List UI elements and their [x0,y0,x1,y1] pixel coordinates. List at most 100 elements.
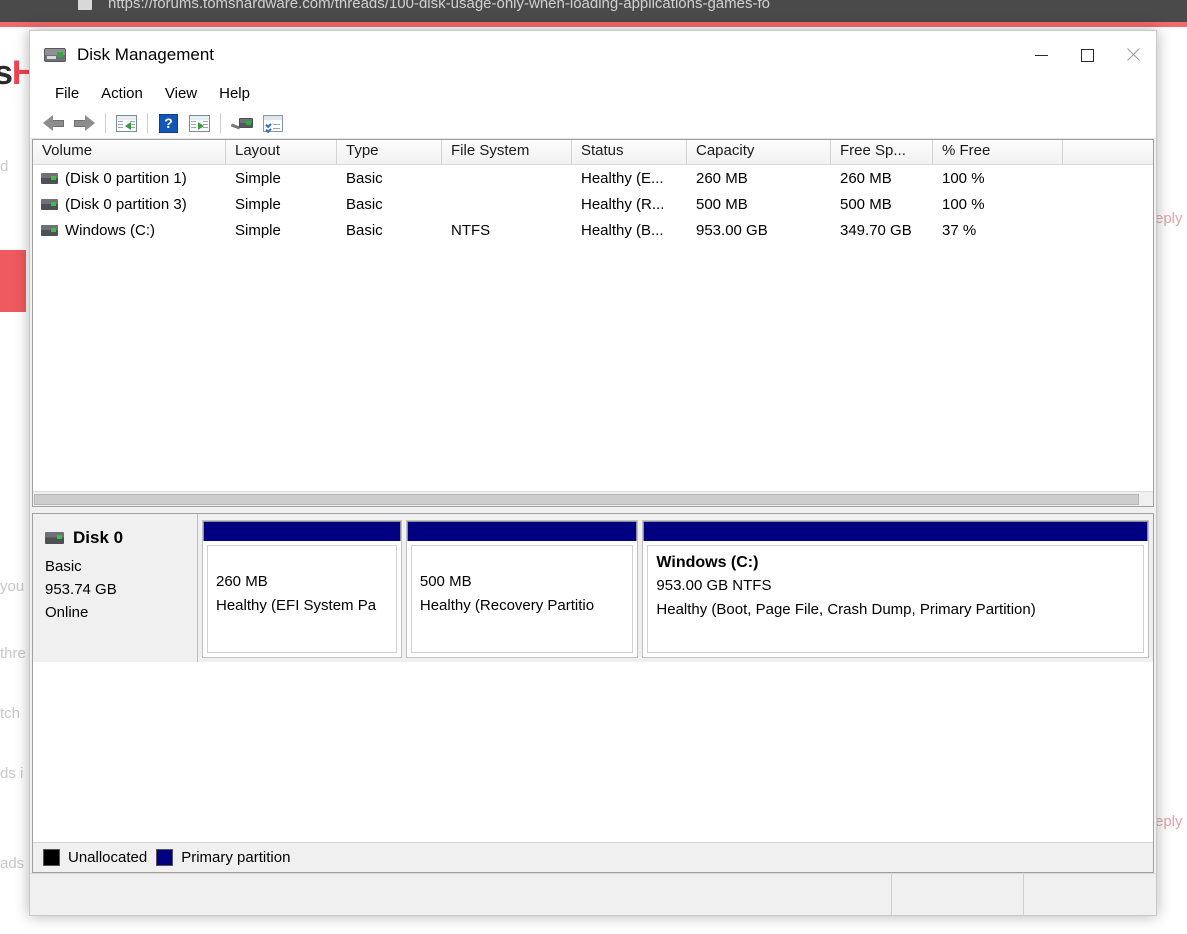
disk-info-panel[interactable]: Disk 0 Basic 953.74 GB Online [33,514,198,662]
status-bar-section-2 [892,874,1024,915]
column-header-status[interactable]: Status [572,140,687,164]
bg-text-snippet: thre [0,645,26,662]
disk-drive-icon [45,532,64,544]
table-row[interactable]: (Disk 0 partition 1) Simple Basic Health… [33,165,1153,191]
column-header-capacity[interactable]: Capacity [687,140,831,164]
site-sidebar-block [0,250,26,312]
cell-volume: (Disk 0 partition 1) [33,170,226,187]
partition-status: Healthy (Boot, Page File, Crash Dump, Pr… [656,601,1036,618]
cell-layout: Simple [235,169,281,187]
volume-list-pane: Volume Layout Type File System Status Ca… [32,139,1154,507]
disk-management-icon [44,46,66,64]
cell-layout: Simple [235,195,281,213]
partition-title: Windows (C:) [656,554,759,571]
properties-list-icon [262,114,283,133]
graphical-disk-pane: Disk 0 Basic 953.74 GB Online 260 MB Hea… [32,513,1154,873]
partition-size: 260 MB [216,573,268,590]
partition-windows-c[interactable]: Windows (C:) 953.00 GB NTFS Healthy (Boo… [642,520,1149,658]
partition-color-bar [406,521,638,541]
status-bar [30,873,1156,915]
status-bar-section-3 [1024,874,1156,915]
cell-volume: (Disk 0 partition 3) [33,196,226,213]
bg-reply-link: eply [1155,813,1183,830]
cell-type: Basic [346,169,383,187]
disk-row-disk0: Disk 0 Basic 953.74 GB Online 260 MB Hea… [33,514,1153,662]
column-header-layout[interactable]: Layout [226,140,337,164]
volume-list-horizontal-scrollbar[interactable] [33,491,1153,506]
cell-status: Healthy (B... [581,221,664,239]
action-pane-icon [189,114,210,132]
partition-efi[interactable]: 260 MB Healthy (EFI System Pa [202,520,402,658]
partition-details: Windows (C:) 953.00 GB NTFS Healthy (Boo… [647,545,1144,653]
partition-status: Healthy (Recovery Partitio [419,597,595,614]
toolbar-separator [220,113,221,133]
cell-layout: Simple [235,221,281,239]
show-hide-console-tree-button[interactable] [111,110,142,137]
volume-drive-icon [41,198,58,210]
show-hide-action-pane-button[interactable] [184,110,215,137]
partition-legend: Unallocated Primary partition [33,842,1153,872]
column-header-volume[interactable]: Volume [33,140,226,164]
bg-text-snippet: ds i [0,765,24,782]
graphical-pane-empty-area [33,662,1153,842]
cell-volume-label: Windows (C:) [65,221,156,239]
back-button[interactable] [38,110,69,137]
column-header-free-space[interactable]: Free Sp... [831,140,933,164]
column-header-percent-free[interactable]: % Free [933,140,1063,164]
table-row[interactable]: Windows (C:) Simple Basic NTFS Healthy (… [33,217,1153,243]
minimize-button[interactable] [1018,31,1064,79]
bg-reply-link: eply [1155,210,1183,227]
menu-help[interactable]: Help [210,82,259,105]
menu-file[interactable]: File [46,82,88,105]
properties-button[interactable] [257,110,288,137]
rescan-disks-button[interactable] [226,110,257,137]
column-header-filler[interactable] [1063,140,1153,164]
menu-action[interactable]: Action [92,82,152,105]
close-button[interactable] [1110,31,1156,79]
cell-status: Healthy (R... [581,195,665,213]
table-row[interactable]: (Disk 0 partition 3) Simple Basic Health… [33,191,1153,217]
volume-list-header: Volume Layout Type File System Status Ca… [33,140,1153,165]
close-icon [1125,47,1141,63]
disk-drive-icon [230,115,253,131]
legend-primary-partition-swatch [156,849,174,866]
browser-url-text: https://forums.tomshardware.com/threads/… [108,0,770,12]
help-button[interactable]: ? [153,110,184,137]
cell-capacity: 953.00 GB [696,221,768,239]
volume-drive-icon [41,172,58,184]
browser-tab-favicon [78,0,92,10]
cell-percent-free: 100 % [942,195,985,213]
partition-recovery[interactable]: 500 MB Healthy (Recovery Partitio [405,520,639,658]
partition-color-bar [203,521,401,541]
browser-url-bar[interactable]: https://forums.tomshardware.com/threads/… [0,0,1187,22]
cell-percent-free: 100 % [942,169,985,187]
legend-primary-partition-label: Primary partition [181,849,291,866]
forward-button[interactable] [69,110,100,137]
cell-volume-label: (Disk 0 partition 1) [65,169,187,187]
bg-text-snippet: tch [0,705,21,722]
legend-primary-partition: Primary partition [156,849,290,866]
toolbar-separator [105,113,106,133]
console-tree-icon [116,114,137,132]
help-question-icon: ? [159,113,178,133]
cell-status: Healthy (E... [581,169,664,187]
partition-details: 260 MB Healthy (EFI System Pa [207,545,397,653]
menu-view[interactable]: View [156,82,206,105]
forward-arrow-icon [74,114,95,132]
maximize-button[interactable] [1064,31,1110,79]
menu-bar: File Action View Help [30,79,1156,108]
column-header-type[interactable]: Type [337,140,442,164]
cell-file-system: NTFS [451,221,491,239]
cell-free-space: 260 MB [840,169,892,187]
site-accent-bar [0,22,1187,27]
site-logo-text: s [0,54,13,92]
cell-type: Basic [346,195,383,213]
scrollbar-thumb[interactable] [34,494,1139,505]
partition-strip: 260 MB Healthy (EFI System Pa 500 MB Hea… [198,514,1153,662]
toolbar-separator [147,113,148,133]
legend-unallocated-swatch [43,849,60,866]
toolbar: ? [30,108,1156,139]
column-header-file-system[interactable]: File System [442,140,572,164]
disk-management-window: Disk Management File Action View Help ? [29,30,1157,916]
disk-status: Online [45,604,89,621]
